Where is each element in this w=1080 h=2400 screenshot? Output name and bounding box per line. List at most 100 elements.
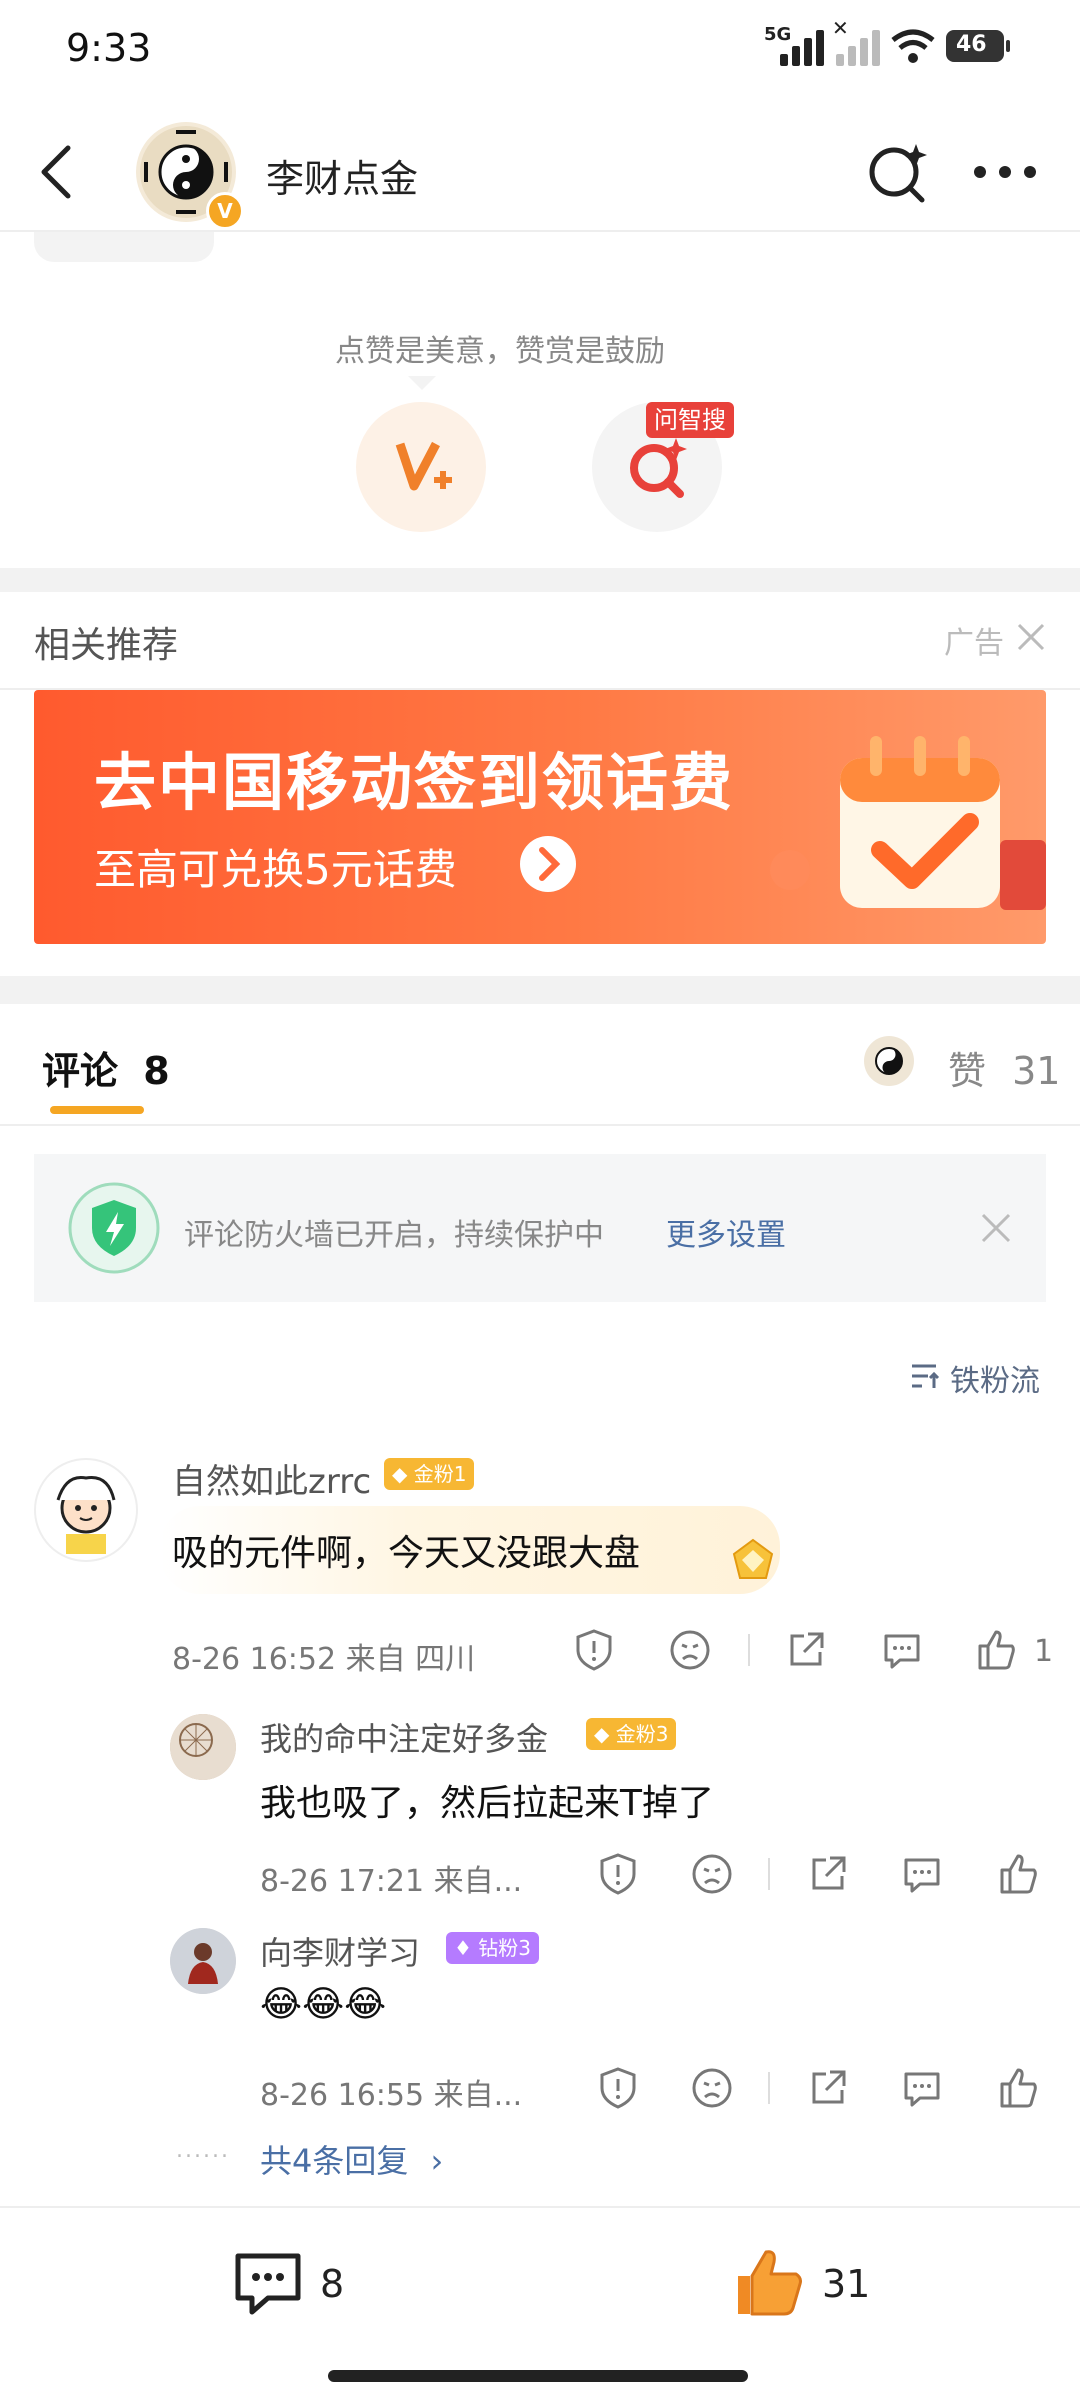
dislike-button[interactable] bbox=[690, 1852, 734, 1896]
more-replies-dots: ...... bbox=[176, 2138, 230, 2163]
chevron-left-icon bbox=[41, 145, 71, 199]
comment-icon bbox=[904, 2072, 940, 2107]
active-tab-indicator bbox=[50, 1106, 144, 1114]
thumbs-up-icon bbox=[1000, 2068, 1037, 2108]
ai-search-icon bbox=[869, 144, 927, 203]
reply-button[interactable] bbox=[880, 1628, 924, 1672]
firewall-close-button[interactable] bbox=[980, 1212, 1012, 1244]
crown-icon: ◆ bbox=[392, 1462, 408, 1486]
cartoon-avatar-icon bbox=[38, 1462, 134, 1558]
ask-search-badge: 问智搜 bbox=[646, 402, 734, 438]
sort-icon bbox=[910, 1360, 942, 1392]
dislike-button[interactable] bbox=[668, 1628, 712, 1672]
report-button[interactable] bbox=[596, 2066, 640, 2110]
bottom-like-count: 31 bbox=[822, 2262, 871, 2306]
shield-alert-icon bbox=[576, 1629, 612, 1671]
report-button[interactable] bbox=[572, 1628, 616, 1672]
firewall-settings-link[interactable]: 更多设置 bbox=[666, 1210, 786, 1254]
page-title: 李财点金 bbox=[266, 157, 419, 201]
reply-meta: 8-26 17:21 来自... bbox=[260, 1864, 523, 1899]
ad-banner-subline: 至高可兑换5元话费 bbox=[94, 845, 457, 894]
comments-header-divider bbox=[0, 1124, 1080, 1126]
ad-close-button[interactable]: 广告 bbox=[940, 612, 1050, 661]
diamond-icon: ♦ bbox=[454, 1936, 472, 1960]
thumbs-up-icon bbox=[1000, 1854, 1037, 1894]
tab-comments[interactable]: 评论 8 bbox=[42, 1040, 170, 1095]
shield-alert-icon bbox=[600, 1853, 636, 1895]
share-button[interactable] bbox=[784, 1628, 828, 1672]
comment-avatar[interactable] bbox=[34, 1458, 138, 1562]
reply-text: 😂😂😂 bbox=[260, 1984, 387, 2025]
verified-badge-icon: V bbox=[206, 192, 244, 230]
firewall-text: 评论防火墙已开启，持续保护中 bbox=[184, 1218, 604, 1253]
reply-username[interactable]: 向李财学习 bbox=[260, 1928, 420, 1974]
ad-banner[interactable]: 去中国移动签到领话费 至高可兑换5元话费 bbox=[34, 690, 1046, 944]
liker-avatar[interactable] bbox=[864, 1036, 914, 1086]
fan-badge: ◆ 金粉1 bbox=[384, 1458, 475, 1490]
v-plus-icon bbox=[395, 441, 452, 491]
bottom-like-button[interactable]: 31 bbox=[730, 2244, 900, 2324]
reward-hint: 点赞是美意，赞赏是鼓励 bbox=[335, 334, 665, 369]
comment-icon bbox=[904, 1858, 940, 1893]
share-icon bbox=[812, 1856, 846, 1890]
sort-button[interactable]: 铁粉流 bbox=[950, 1356, 1040, 1400]
close-icon bbox=[1017, 623, 1045, 651]
action-separator bbox=[748, 1634, 750, 1666]
share-icon bbox=[812, 2070, 846, 2104]
dislike-button[interactable] bbox=[690, 2066, 734, 2110]
flower-icon bbox=[770, 850, 810, 890]
more-button[interactable] bbox=[970, 154, 1040, 190]
like-button[interactable] bbox=[996, 1852, 1040, 1896]
home-indicator[interactable] bbox=[328, 2370, 748, 2382]
thumbs-up-icon bbox=[978, 1630, 1015, 1670]
comment-username[interactable]: 自然如此zrrc bbox=[172, 1454, 371, 1503]
bottom-bar-divider bbox=[0, 2206, 1080, 2208]
comment-icon bbox=[235, 2253, 301, 2315]
ai-search-button[interactable] bbox=[866, 140, 930, 204]
comment-meta: 8-26 16:52 来自 四川 bbox=[172, 1642, 476, 1677]
like-button[interactable] bbox=[996, 2066, 1040, 2110]
section-separator bbox=[0, 976, 1080, 1004]
ad-label: 广告 bbox=[944, 626, 1004, 661]
fan-badge: ♦ 钻粉3 bbox=[446, 1932, 540, 1964]
reply-avatar[interactable] bbox=[170, 1714, 236, 1780]
reward-button[interactable] bbox=[356, 402, 486, 532]
signal-2-icon: ✕ bbox=[832, 16, 884, 66]
gift-icon bbox=[1000, 840, 1046, 910]
sad-face-icon bbox=[692, 1854, 732, 1894]
reply-button[interactable] bbox=[900, 1852, 944, 1896]
comment-like-count: 1 bbox=[1034, 1634, 1054, 1669]
back-button[interactable] bbox=[30, 140, 90, 200]
dreamcatcher-avatar-icon bbox=[170, 1714, 236, 1780]
bottom-comment-button[interactable]: 8 bbox=[232, 2248, 392, 2328]
partial-chip bbox=[34, 232, 214, 262]
bottom-comment-count: 8 bbox=[320, 2262, 345, 2306]
share-button[interactable] bbox=[806, 2066, 850, 2110]
battery-icon: 46 bbox=[946, 30, 1010, 62]
reply-avatar[interactable] bbox=[170, 1928, 236, 1994]
tab-likes[interactable]: 赞 31 bbox=[948, 1040, 1060, 1095]
signal-5g-icon: 5G bbox=[764, 24, 824, 66]
reward-pointer bbox=[408, 376, 436, 390]
like-button[interactable] bbox=[974, 1628, 1018, 1672]
reply-meta: 8-26 16:55 来自... bbox=[260, 2078, 523, 2113]
status-time: 9:33 bbox=[66, 26, 152, 70]
reply-button[interactable] bbox=[900, 2066, 944, 2110]
more-replies-link[interactable]: 共4条回复 › bbox=[260, 2136, 443, 2182]
reply-username[interactable]: 我的命中注定好多金 bbox=[260, 1714, 548, 1760]
person-avatar-icon bbox=[170, 1928, 236, 1994]
related-title: 相关推荐 bbox=[34, 625, 179, 666]
yin-yang-icon bbox=[875, 1047, 903, 1075]
more-dots-icon bbox=[974, 166, 1036, 178]
chevron-right-icon: › bbox=[430, 2142, 444, 2180]
report-button[interactable] bbox=[596, 1852, 640, 1896]
sad-face-icon bbox=[670, 1630, 710, 1670]
gem-badge-icon bbox=[728, 1536, 778, 1586]
calendar-check-icon bbox=[820, 718, 1020, 918]
wifi-icon bbox=[890, 26, 936, 66]
share-button[interactable] bbox=[806, 1852, 850, 1896]
share-icon bbox=[790, 1632, 824, 1666]
ad-banner-headline: 去中国移动签到领话费 bbox=[94, 746, 735, 819]
comment-text: 吸的元件啊，今天又没跟大盘 bbox=[172, 1533, 641, 1574]
top-nav-bar: V 李财点金 bbox=[0, 110, 1080, 230]
